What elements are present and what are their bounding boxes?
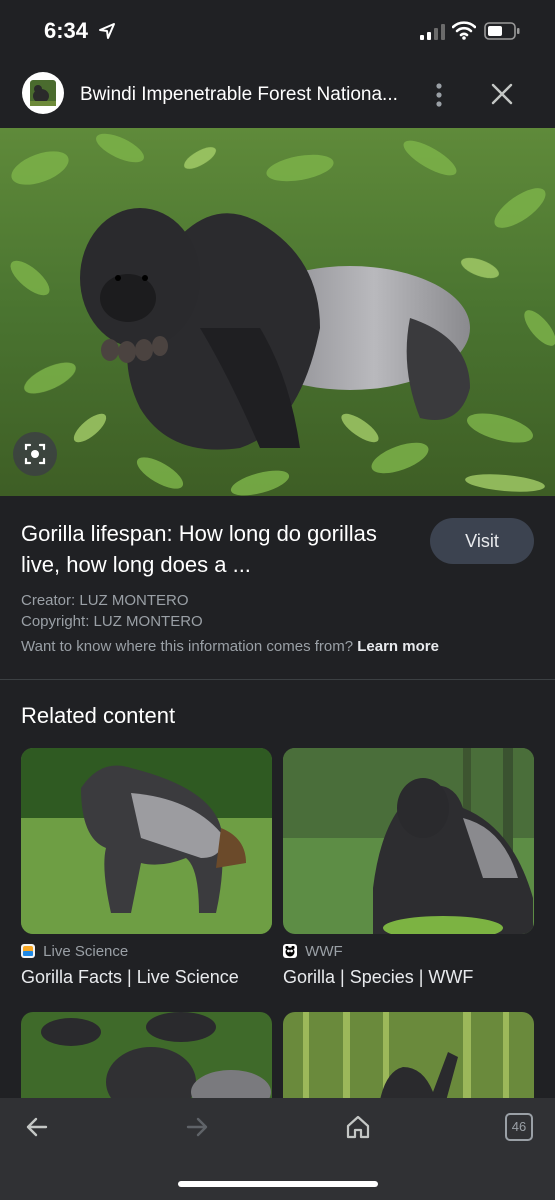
more-vertical-icon[interactable] (426, 80, 452, 110)
info-line: Want to know where this information come… (21, 638, 439, 655)
source-wwf: WWF (283, 943, 343, 960)
back-arrow-icon[interactable] (24, 1114, 50, 1145)
creator-text: Creator: LUZ MONTERO (21, 592, 189, 609)
cellular-signal-icon (420, 24, 446, 45)
home-icon[interactable] (344, 1113, 372, 1146)
source-name: Live Science (43, 943, 129, 960)
battery-icon (484, 22, 520, 45)
info-text: Want to know where this information come… (21, 638, 354, 655)
source-live-science: Live Science (21, 943, 128, 960)
tabs-count-button[interactable]: 46 (505, 1113, 533, 1141)
source-name: WWF (305, 943, 343, 960)
wifi-icon (451, 20, 477, 45)
related-title-wwf[interactable]: Gorilla | Species | WWF (283, 967, 473, 988)
related-title-live-science[interactable]: Gorilla Facts | Live Science (21, 967, 239, 988)
location-arrow-icon (98, 22, 116, 45)
forward-arrow-icon[interactable] (184, 1114, 210, 1145)
hero-gorilla-image[interactable] (0, 128, 555, 496)
related-image-gorilla-bamboo[interactable] (283, 1012, 534, 1112)
divider (0, 679, 555, 680)
related-image-wwf[interactable] (283, 748, 534, 934)
copyright-text: Copyright: LUZ MONTERO (21, 613, 203, 630)
learn-more-link[interactable]: Learn more (357, 638, 439, 655)
status-time: 6:34 (44, 18, 89, 43)
related-heading: Related content (21, 703, 176, 728)
close-icon[interactable] (486, 80, 518, 110)
related-image-live-science[interactable] (21, 748, 272, 934)
result-title[interactable]: Gorilla lifespan: How long do gorillas l… (21, 518, 421, 580)
live-science-logo-icon (21, 944, 35, 958)
home-indicator (178, 1181, 378, 1187)
visit-button[interactable]: Visit (430, 518, 534, 564)
page-title: Bwindi Impenetrable Forest Nationa... (80, 84, 398, 105)
wwf-panda-logo-icon (283, 944, 297, 958)
related-image-gorilla-group[interactable] (21, 1012, 272, 1112)
gorilla-thumbnail-icon (22, 72, 64, 114)
google-lens-icon[interactable] (13, 432, 57, 476)
